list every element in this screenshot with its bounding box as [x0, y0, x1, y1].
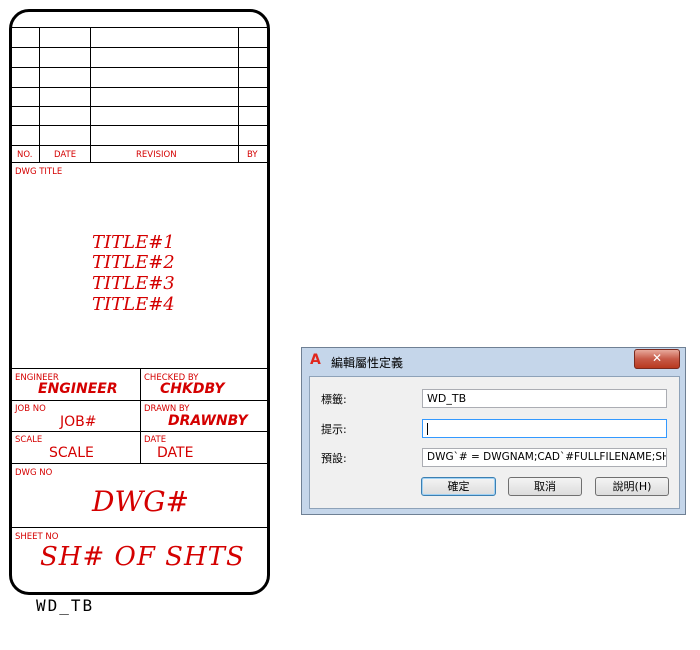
engineer-value: ENGINEER: [38, 381, 118, 397]
rev-col-line: [238, 27, 239, 162]
autocad-app-icon: A: [310, 352, 321, 368]
default-input[interactable]: DWG`# = DWGNAM;CAD`#FULLFILENAME;SH: [422, 448, 667, 467]
rev-no-header: NO.: [17, 150, 33, 160]
title-line-1: TITLE#1: [92, 232, 175, 253]
title-line-4: TITLE#4: [92, 294, 175, 315]
sheet-no-value: SH# OF SHTS: [40, 542, 245, 572]
rev-grid-line: [12, 87, 267, 88]
tag-label: 標籤:: [321, 393, 347, 406]
title-block-frame[interactable]: NO. DATE REVISION BY DWG TITLE TITLE#1 T…: [9, 9, 270, 595]
rev-grid-line: [12, 145, 267, 146]
close-button[interactable]: ✕: [634, 349, 680, 369]
default-label: 預設:: [321, 452, 347, 465]
sheet-no-label: SHEET NO: [15, 532, 59, 542]
info-grid-line: [12, 463, 267, 464]
date-label: DATE: [144, 435, 167, 445]
info-grid-line: [12, 527, 267, 528]
cancel-button[interactable]: 取消: [508, 477, 582, 496]
rev-revision-header: REVISION: [136, 150, 177, 160]
ok-button[interactable]: 確定: [421, 477, 496, 496]
dwg-no-label: DWG NO: [15, 468, 53, 478]
rev-col-line: [90, 27, 91, 162]
dialog-title: 編輯屬性定義: [331, 356, 404, 370]
help-button[interactable]: 說明(H): [595, 477, 669, 496]
dialog-body: 標籤: WD_TB 提示: 預設: DWG`# = DWGNAM;CAD`#FU…: [309, 376, 680, 509]
dwg-title-label: DWG TITLE: [15, 167, 63, 177]
rev-grid-line: [12, 106, 267, 107]
rev-grid-line: [12, 27, 267, 28]
rev-col-line: [39, 27, 40, 162]
edit-attribute-dialog: A 編輯屬性定義 ✕ 標籤: WD_TB 提示: 預設: DWG`# = DWG…: [301, 347, 686, 515]
rev-grid-line: [12, 125, 267, 126]
job-no-value: JOB#: [60, 414, 97, 430]
prompt-input[interactable]: [422, 419, 667, 438]
dwg-no-value: DWG#: [92, 485, 190, 518]
date-value: DATE: [157, 445, 194, 461]
drawn-by-value: DRAWNBY: [168, 413, 248, 429]
rev-date-header: DATE: [54, 150, 77, 160]
rev-grid-line: [12, 67, 267, 68]
text-caret: [427, 423, 428, 435]
block-name-label: WD_TB: [36, 596, 95, 615]
rev-by-header: BY: [247, 150, 258, 160]
job-no-label: JOB NO: [15, 404, 46, 414]
scale-value: SCALE: [49, 445, 94, 461]
title-line-3: TITLE#3: [92, 273, 175, 294]
info-col-line: [140, 368, 141, 463]
tag-input[interactable]: WD_TB: [422, 389, 667, 408]
rev-header-bottom-line: [12, 162, 267, 163]
dialog-titlebar[interactable]: A 編輯屬性定義 ✕: [302, 348, 685, 374]
close-icon: ✕: [651, 351, 663, 365]
rev-grid-line: [12, 47, 267, 48]
scale-label: SCALE: [15, 435, 43, 445]
checked-by-value: CHKDBY: [160, 381, 225, 397]
prompt-label: 提示:: [321, 423, 347, 436]
title-line-2: TITLE#2: [92, 252, 175, 273]
